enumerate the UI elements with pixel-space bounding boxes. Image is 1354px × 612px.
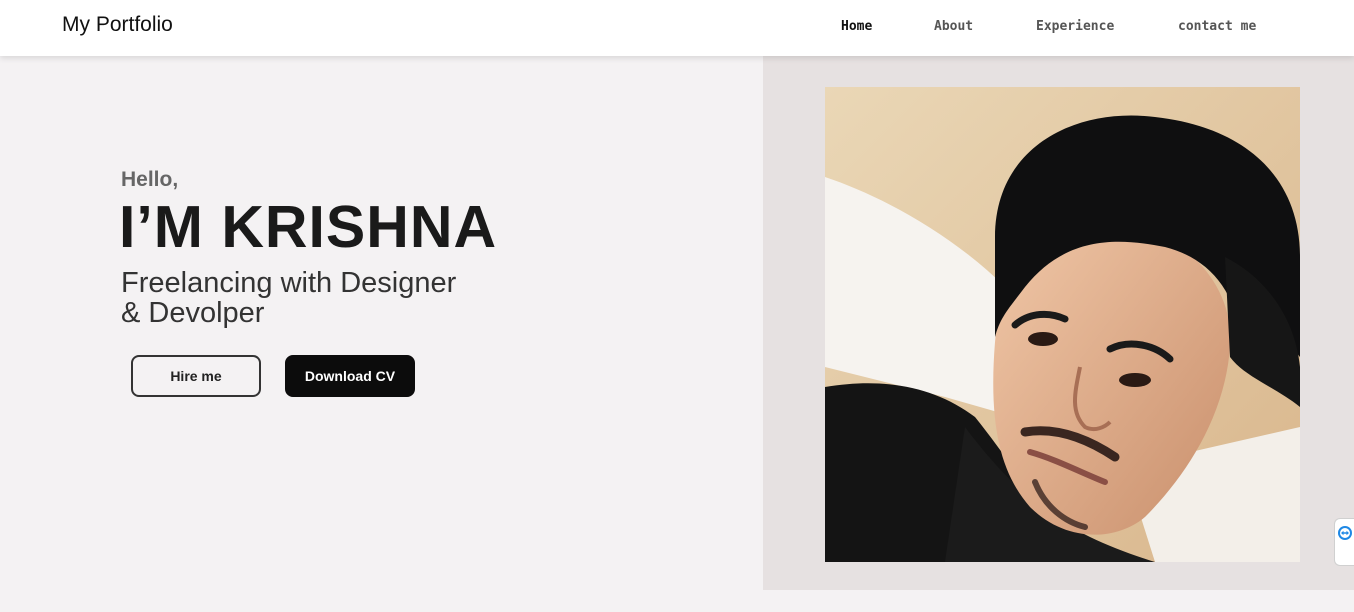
remote-support-widget[interactable] xyxy=(1334,518,1354,566)
hero-intro: Hello, I’M KRISHNA Freelancing with Desi… xyxy=(0,56,763,612)
profile-photo xyxy=(825,87,1300,562)
nav-about[interactable]: About xyxy=(934,19,973,34)
photo-panel xyxy=(763,56,1354,590)
nav-links: Home About Experience contact me xyxy=(0,0,1354,56)
nav-home[interactable]: Home xyxy=(841,19,872,34)
hero-tagline: Freelancing with Designer & Devolper xyxy=(121,268,521,328)
remote-support-icon xyxy=(1338,526,1352,540)
navbar: My Portfolio Home About Experience conta… xyxy=(0,0,1354,56)
tagline-line-1: Freelancing with Designer xyxy=(121,267,457,299)
hero-name: I’M KRISHNA xyxy=(119,194,498,260)
download-cv-button[interactable]: Download CV xyxy=(285,355,415,397)
nav-experience[interactable]: Experience xyxy=(1036,19,1114,34)
tagline-line-2: & Devolper xyxy=(121,297,265,329)
nav-contact[interactable]: contact me xyxy=(1178,19,1256,34)
hire-me-button[interactable]: Hire me xyxy=(131,355,261,397)
hero-greeting: Hello, xyxy=(121,168,179,191)
